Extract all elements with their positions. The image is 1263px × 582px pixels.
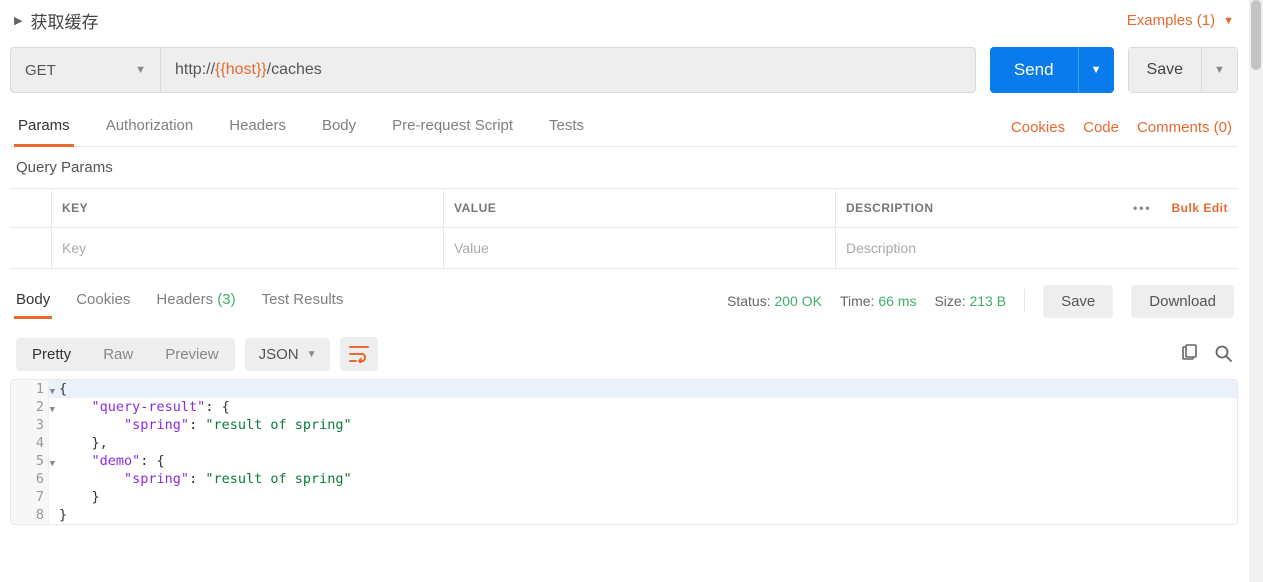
vertical-scrollbar[interactable] [1249,0,1263,582]
code-link[interactable]: Code [1083,119,1119,136]
tab-headers[interactable]: Headers [225,107,290,147]
response-body-editor[interactable]: 1▼{2▼ "query-result": {3 "spring": "resu… [10,379,1238,525]
row-selector[interactable] [10,227,52,268]
tab-authorization[interactable]: Authorization [102,107,198,147]
save-button[interactable]: Save [1128,47,1202,93]
col-value: VALUE [444,189,836,227]
request-tabs: Params Authorization Headers Body Pre-re… [10,107,588,146]
status-value: 200 OK [774,293,821,309]
response-tab-cookies[interactable]: Cookies [74,283,132,319]
more-icon[interactable]: ••• [1133,201,1152,215]
divider [1024,289,1025,313]
response-headers-count: (3) [217,291,235,308]
response-tab-headers[interactable]: Headers (3) [154,283,237,319]
body-language-value: JSON [259,346,299,363]
request-title: 获取缓存 [30,8,98,33]
format-raw[interactable]: Raw [87,338,149,371]
search-icon[interactable] [1214,344,1232,365]
format-preview[interactable]: Preview [149,338,234,371]
save-response-button[interactable]: Save [1043,285,1113,318]
http-method-select[interactable]: GET ▼ [11,48,161,92]
save-dropdown[interactable]: ▼ [1202,47,1238,93]
size-value: 213 B [969,293,1006,309]
download-response-button[interactable]: Download [1131,285,1234,318]
bulk-edit-link[interactable]: Bulk Edit [1171,201,1228,215]
http-method-value: GET [25,62,56,79]
url-variable: {{host}} [215,61,267,79]
send-dropdown[interactable]: ▼ [1078,47,1114,93]
format-pretty[interactable]: Pretty [16,338,87,371]
tab-tests[interactable]: Tests [545,107,588,147]
collapse-icon[interactable]: ▶ [14,14,22,27]
tab-pre-request-script[interactable]: Pre-request Script [388,107,517,147]
body-language-select[interactable]: JSON ▼ [245,338,331,371]
copy-icon[interactable] [1180,344,1198,365]
fold-icon[interactable]: ▼ [50,401,55,419]
tab-params[interactable]: Params [14,107,74,147]
query-params-label: Query Params [10,147,1238,188]
fold-icon[interactable]: ▼ [50,455,55,473]
examples-dropdown[interactable]: Examples (1) ▼ [1127,12,1234,29]
table-corner [10,189,52,227]
tab-body[interactable]: Body [318,107,360,147]
response-tab-test-results[interactable]: Test Results [260,283,346,319]
cookies-link[interactable]: Cookies [1011,119,1065,136]
time-label: Time: [840,293,874,309]
code-line: 5▼ "demo": { [11,452,1237,470]
request-title-row: ▶ 获取缓存 [14,8,98,33]
col-description: DESCRIPTION [846,201,934,215]
wrap-icon [349,345,369,363]
format-segmented-control: Pretty Raw Preview [16,338,235,371]
url-suffix: /caches [267,61,322,79]
value-input[interactable]: Value [444,227,836,268]
query-params-table: KEY VALUE DESCRIPTION ••• Bulk Edit Key … [10,188,1238,269]
wrap-lines-button[interactable] [340,337,378,371]
size-label: Size: [934,293,965,309]
response-tab-body[interactable]: Body [14,283,52,319]
url-input[interactable]: http://{{host}}/caches [161,48,975,92]
time-value: 66 ms [878,293,916,309]
code-line: 4 }, [11,434,1237,452]
code-line: 8} [11,506,1237,524]
status-label: Status: [727,293,771,309]
send-button[interactable]: Send [990,47,1078,93]
code-line: 1▼{ [11,380,1237,398]
response-tab-headers-label: Headers [156,291,213,308]
chevron-down-icon: ▼ [1223,15,1234,27]
url-prefix: http:// [175,61,215,79]
chevron-down-icon: ▼ [307,349,317,360]
examples-label: Examples (1) [1127,12,1215,29]
col-key: KEY [52,189,444,227]
chevron-down-icon: ▼ [135,64,146,76]
code-line: 3 "spring": "result of spring" [11,416,1237,434]
code-line: 2▼ "query-result": { [11,398,1237,416]
comments-link[interactable]: Comments (0) [1137,119,1232,136]
fold-icon[interactable]: ▼ [50,383,55,401]
description-input[interactable]: Description [836,227,1238,268]
key-input[interactable]: Key [52,227,444,268]
code-line: 7 } [11,488,1237,506]
scrollbar-thumb[interactable] [1251,0,1261,70]
code-line: 6 "spring": "result of spring" [11,470,1237,488]
